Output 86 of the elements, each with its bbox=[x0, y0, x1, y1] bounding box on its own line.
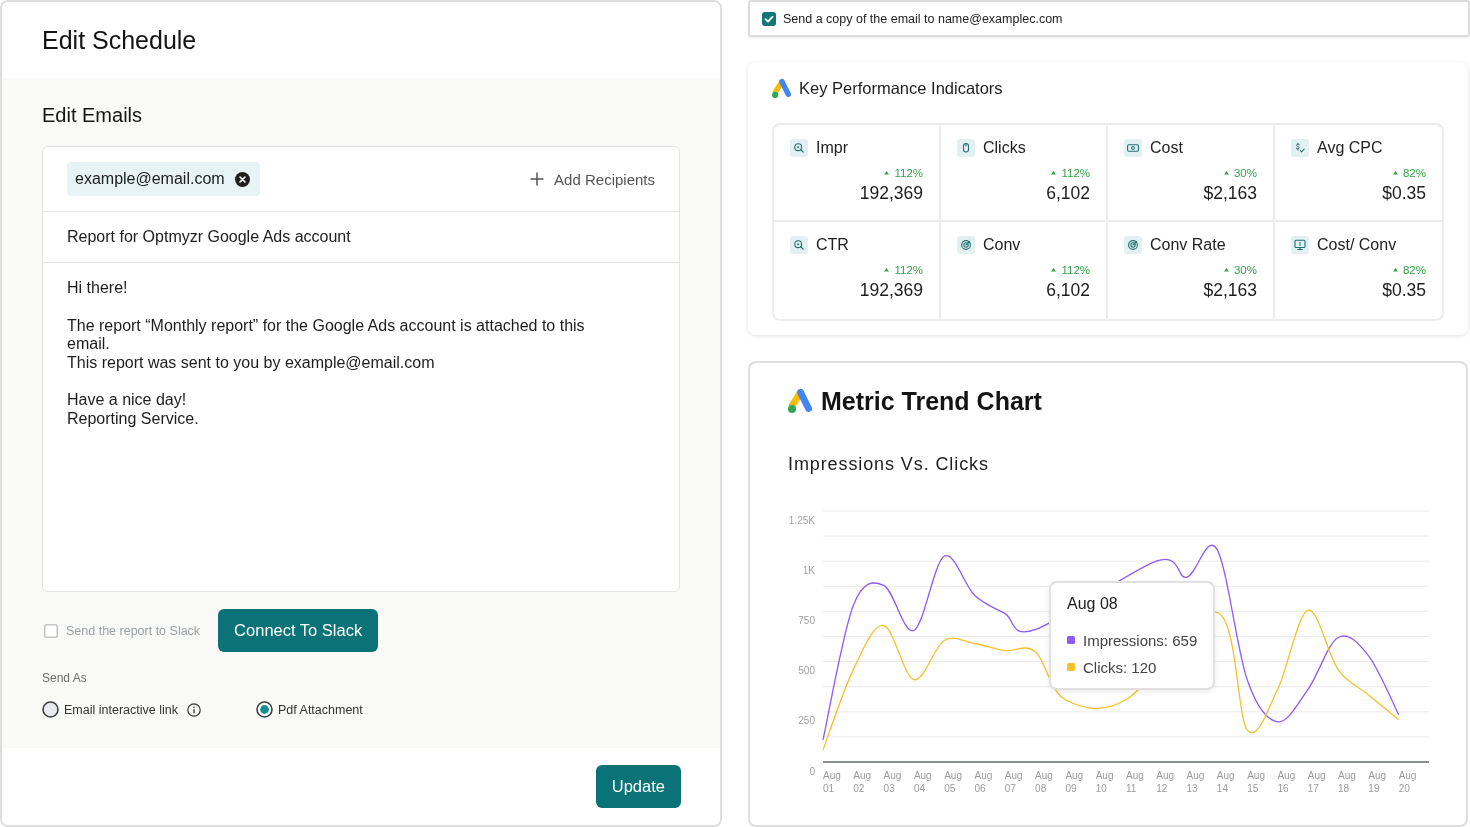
x-axis-label: Aug 18 bbox=[1338, 769, 1356, 795]
metric-change: 30% bbox=[1233, 264, 1257, 276]
radio-label: Pdf Attachment bbox=[278, 702, 363, 717]
x-axis-label: Aug 15 bbox=[1247, 769, 1265, 795]
metric-change: 112% bbox=[894, 264, 923, 276]
subject-field[interactable]: Report for Optmyzr Google Ads account bbox=[43, 212, 679, 263]
x-axis-label: Aug 12 bbox=[1156, 769, 1175, 795]
metric-value: $2,163 bbox=[1203, 183, 1257, 204]
section-title: Edit Emails bbox=[42, 103, 143, 127]
recipient-chip[interactable]: example@email.com bbox=[67, 162, 260, 196]
x-axis-label: Aug 14 bbox=[1216, 769, 1235, 795]
metric-label: Conv Rate bbox=[1150, 236, 1226, 254]
chart-title: Impressions Vs. Clicks bbox=[788, 453, 989, 475]
send-as-label: Send As bbox=[42, 671, 87, 685]
y-axis-label: 500 bbox=[798, 665, 815, 677]
connect-slack-button[interactable]: Connect To Slack bbox=[218, 609, 379, 652]
target-icon bbox=[957, 236, 975, 254]
logo-icon bbox=[788, 389, 812, 413]
checkbox-label: Send the report to Slack bbox=[66, 623, 201, 638]
message-field[interactable]: Hi there! The report “Monthly report” for the Google Ads account is attached to this email. This report was sent to you by example@email.com Have a nice day! Reporting Service. bbox=[43, 263, 679, 591]
magnifier-icon bbox=[790, 139, 808, 157]
mouse-icon bbox=[957, 139, 975, 157]
y-axis-label: 1K bbox=[802, 564, 815, 576]
logo-icon bbox=[772, 78, 791, 98]
x-axis-label: Aug 01 bbox=[823, 769, 841, 795]
info-icon[interactable] bbox=[186, 702, 201, 717]
metric-change: 82% bbox=[1402, 264, 1426, 276]
update-button[interactable]: Update bbox=[595, 765, 681, 808]
x-axis-label: Aug 13 bbox=[1186, 769, 1205, 795]
x-axis-label: Aug 20 bbox=[1398, 769, 1417, 795]
x-axis-label: Aug 08 bbox=[1035, 769, 1053, 795]
metric-value: 192,369 bbox=[859, 183, 923, 204]
metric-value: 6,102 bbox=[1046, 183, 1090, 204]
metric-value: 6,102 bbox=[1046, 280, 1090, 301]
tooltip-title: Aug 08 bbox=[1067, 595, 1119, 613]
metric-label: CTR bbox=[816, 236, 849, 254]
x-axis-label: Aug 06 bbox=[974, 769, 993, 795]
x-axis-label: Aug 09 bbox=[1065, 769, 1084, 795]
metric-label: Conv bbox=[983, 236, 1021, 254]
page-title: Edit Schedule bbox=[42, 25, 197, 55]
metric-label: Cost/ Conv bbox=[1317, 236, 1397, 254]
y-axis-label: 250 bbox=[798, 715, 815, 727]
y-axis-label: 750 bbox=[798, 615, 815, 627]
x-axis-label: Aug 16 bbox=[1277, 769, 1296, 795]
tooltip-item: Clicks: 120 bbox=[1083, 658, 1157, 676]
metric-change: 112% bbox=[1061, 264, 1090, 276]
radio-button[interactable] bbox=[256, 701, 273, 718]
metric-value: $0.35 bbox=[1382, 280, 1426, 301]
plus-icon bbox=[530, 172, 545, 186]
x-axis-label: Aug 10 bbox=[1095, 769, 1114, 795]
magnifier-icon bbox=[790, 236, 808, 254]
y-axis-label: 1.25K bbox=[788, 514, 815, 526]
card-title: Metric Trend Chart bbox=[821, 386, 1042, 416]
x-axis-label: Aug 04 bbox=[913, 769, 932, 795]
x-axis-label: Aug 17 bbox=[1307, 769, 1326, 795]
x-axis-label: Aug 07 bbox=[1004, 769, 1023, 795]
x-axis-label: Aug 19 bbox=[1368, 769, 1387, 795]
tooltip-item: Impressions: 659 bbox=[1083, 631, 1198, 649]
metric-change: 82% bbox=[1402, 167, 1426, 179]
metric-value: $0.35 bbox=[1382, 183, 1426, 204]
metric-label: Avg CPC bbox=[1317, 139, 1383, 157]
monitor-icon bbox=[1291, 236, 1309, 254]
x-axis-label: Aug 05 bbox=[944, 769, 962, 795]
checkbox[interactable] bbox=[762, 11, 776, 26]
target-icon bbox=[1124, 236, 1142, 254]
x-axis-label: Aug 11 bbox=[1125, 769, 1144, 795]
x-axis-label: Aug 02 bbox=[853, 769, 872, 795]
y-axis-label: 0 bbox=[809, 765, 815, 777]
radio-button[interactable] bbox=[42, 701, 59, 718]
metric-change: 112% bbox=[1061, 167, 1090, 179]
remove-icon[interactable] bbox=[234, 171, 250, 187]
banknote-icon bbox=[1124, 139, 1142, 157]
dollar-check-icon bbox=[1291, 139, 1309, 157]
card-title: Key Performance Indicators bbox=[799, 78, 1003, 98]
metric-label: Cost bbox=[1150, 139, 1183, 157]
recipients-field[interactable]: example@email.com Add Recipients bbox=[43, 147, 679, 212]
radio-label: Email interactive link bbox=[64, 702, 178, 717]
metric-change: 30% bbox=[1233, 167, 1257, 179]
metric-value: $2,163 bbox=[1203, 280, 1257, 301]
metric-label: Clicks bbox=[983, 139, 1026, 157]
checkbox-label: Send a copy of the email to name@examplec.com bbox=[783, 11, 1063, 26]
metric-value: 192,369 bbox=[859, 280, 923, 301]
x-axis-label: Aug 03 bbox=[883, 769, 902, 795]
add-recipients-button[interactable]: Add Recipients bbox=[530, 170, 655, 188]
metric-label: Impr bbox=[816, 139, 848, 157]
metric-change: 112% bbox=[894, 167, 923, 179]
